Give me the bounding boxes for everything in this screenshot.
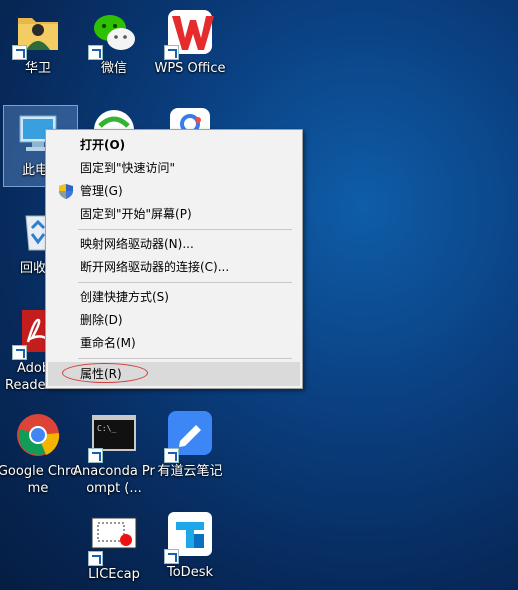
desktop-icon-label: LICEcap [88,567,140,582]
chrome-icon [14,411,62,459]
menu-item-manage-label: 管理(G) [80,184,123,198]
shortcut-arrow-icon [164,448,179,463]
menu-separator [78,282,292,283]
wechat-icon [88,8,138,60]
desktop-icon-label: Anaconda Prompt (... [73,464,155,496]
menu-item-disconnect-network-drive[interactable]: 断开网络驱动器的连接(C)... [48,256,300,278]
desktop-icon-label: Google Chrome [0,464,79,496]
youdao-note-icon [164,411,214,463]
todesk-icon [164,512,214,564]
desktop-icon-huawei[interactable]: 华卫 [0,8,80,77]
menu-item-open[interactable]: 打开(O) [48,134,300,156]
shortcut-arrow-icon [164,549,179,564]
svg-text:C:\_: C:\_ [97,424,116,433]
desktop-icon-label: ToDesk [167,565,213,580]
desktop-icon-anaconda-prompt[interactable]: C:\_ Anaconda Prompt (... [72,411,156,497]
uac-shield-icon [59,184,73,199]
desktop-icon-label: 有道云笔记 [157,464,223,479]
menu-item-create-shortcut[interactable]: 创建快捷方式(S) [48,286,300,308]
desktop-icon-label: WPS Office [154,61,226,76]
shortcut-arrow-icon [164,45,179,60]
desktop-icon-youdao-note[interactable]: 有道云笔记 [148,411,232,480]
terminal-icon: C:\_ [88,411,138,463]
menu-separator [78,358,292,359]
menu-item-manage[interactable]: 管理(G) [48,180,300,202]
context-menu: 打开(O) 固定到"快速访问" 管理(G) 固定到"开始"屏幕(P) 映射网络驱… [45,129,303,389]
desktop-icon-label: 华卫 [24,61,51,76]
desktop-icon-licecap[interactable]: LICEcap [72,514,156,583]
shortcut-arrow-icon [88,448,103,463]
menu-item-map-network-drive[interactable]: 映射网络驱动器(N)... [48,233,300,255]
menu-item-pin-quick-access[interactable]: 固定到"快速访问" [48,157,300,179]
shortcut-arrow-icon [88,551,103,566]
menu-item-rename[interactable]: 重命名(M) [48,332,300,354]
menu-separator [78,229,292,230]
shortcut-arrow-icon [12,345,27,360]
desktop-icon-label: 微信 [100,61,127,76]
desktop-icon-chrome[interactable]: Google Chrome [0,411,80,497]
folder-person-icon [12,8,62,60]
shortcut-arrow-icon [12,45,27,60]
licecap-icon [88,514,138,566]
wps-icon [164,8,214,60]
menu-item-pin-start[interactable]: 固定到"开始"屏幕(P) [48,203,300,225]
desktop-icon-todesk[interactable]: ToDesk [148,512,232,581]
shortcut-arrow-icon [88,45,103,60]
desktop-icon-wechat[interactable]: 微信 [72,8,156,77]
annotation-ellipse [62,363,148,383]
menu-item-delete[interactable]: 删除(D) [48,309,300,331]
desktop-icon-wps[interactable]: WPS Office [148,8,232,77]
